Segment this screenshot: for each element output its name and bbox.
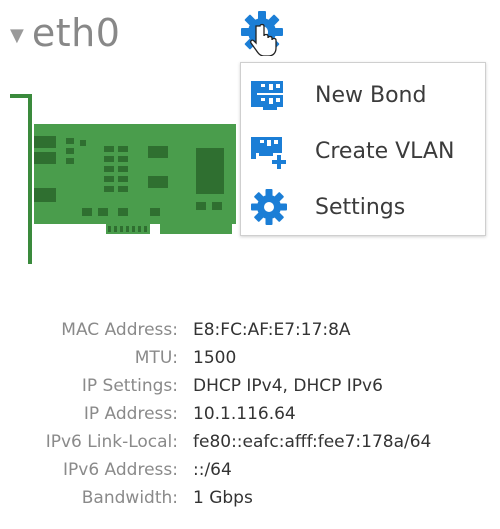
detail-value: fe80::eafc:afff:fee7:178a/64 [193, 432, 432, 452]
detail-label: IP Address: [83, 404, 178, 424]
detail-row-mtu: MTU: 1500 [0, 348, 500, 376]
gear-icon[interactable] [240, 10, 284, 57]
menu-item-label: Create VLAN [315, 138, 455, 164]
detail-label: IPv6 Address: [63, 460, 178, 480]
menu-item-label: Settings [315, 194, 406, 220]
detail-value: DHCP IPv4, DHCP IPv6 [193, 376, 383, 396]
gear-icon [249, 187, 289, 227]
menu-item-label: New Bond [315, 82, 427, 108]
menu-item-create-vlan[interactable]: Create VLAN [241, 123, 485, 179]
detail-row-ipv6-address: IPv6 Address: ::/64 [0, 460, 500, 488]
detail-row-bandwidth: Bandwidth: 1 Gbps [0, 488, 500, 516]
detail-value: 10.1.116.64 [193, 404, 296, 424]
detail-value: E8:FC:AF:E7:17:8A [193, 320, 351, 340]
detail-label: MTU: [134, 348, 178, 368]
detail-label: IPv6 Link-Local: [45, 432, 178, 452]
vlan-icon [249, 131, 289, 171]
interface-title: eth0 [31, 11, 121, 55]
detail-label: Bandwidth: [81, 488, 178, 508]
bond-icon [249, 75, 289, 115]
menu-item-settings[interactable]: Settings [241, 179, 485, 235]
detail-row-ipv6-link-local: IPv6 Link-Local: fe80::eafc:afff:fee7:17… [0, 432, 500, 460]
detail-value: 1 Gbps [193, 488, 253, 508]
interface-header: ▼ eth0 [10, 8, 120, 58]
detail-row-ip-settings: IP Settings: DHCP IPv4, DHCP IPv6 [0, 376, 500, 404]
detail-label: MAC Address: [61, 320, 178, 340]
network-card-illustration [0, 86, 240, 266]
detail-row-ip-address: IP Address: 10.1.116.64 [0, 404, 500, 432]
detail-label: IP Settings: [81, 376, 178, 396]
detail-value: ::/64 [193, 460, 232, 480]
caret-down-icon[interactable]: ▼ [10, 25, 24, 46]
gear-dropdown-menu: New Bond Create VLAN Settings [240, 62, 486, 236]
menu-item-new-bond[interactable]: New Bond [241, 67, 485, 123]
detail-row-mac: MAC Address: E8:FC:AF:E7:17:8A [0, 320, 500, 348]
detail-value: 1500 [193, 348, 237, 368]
